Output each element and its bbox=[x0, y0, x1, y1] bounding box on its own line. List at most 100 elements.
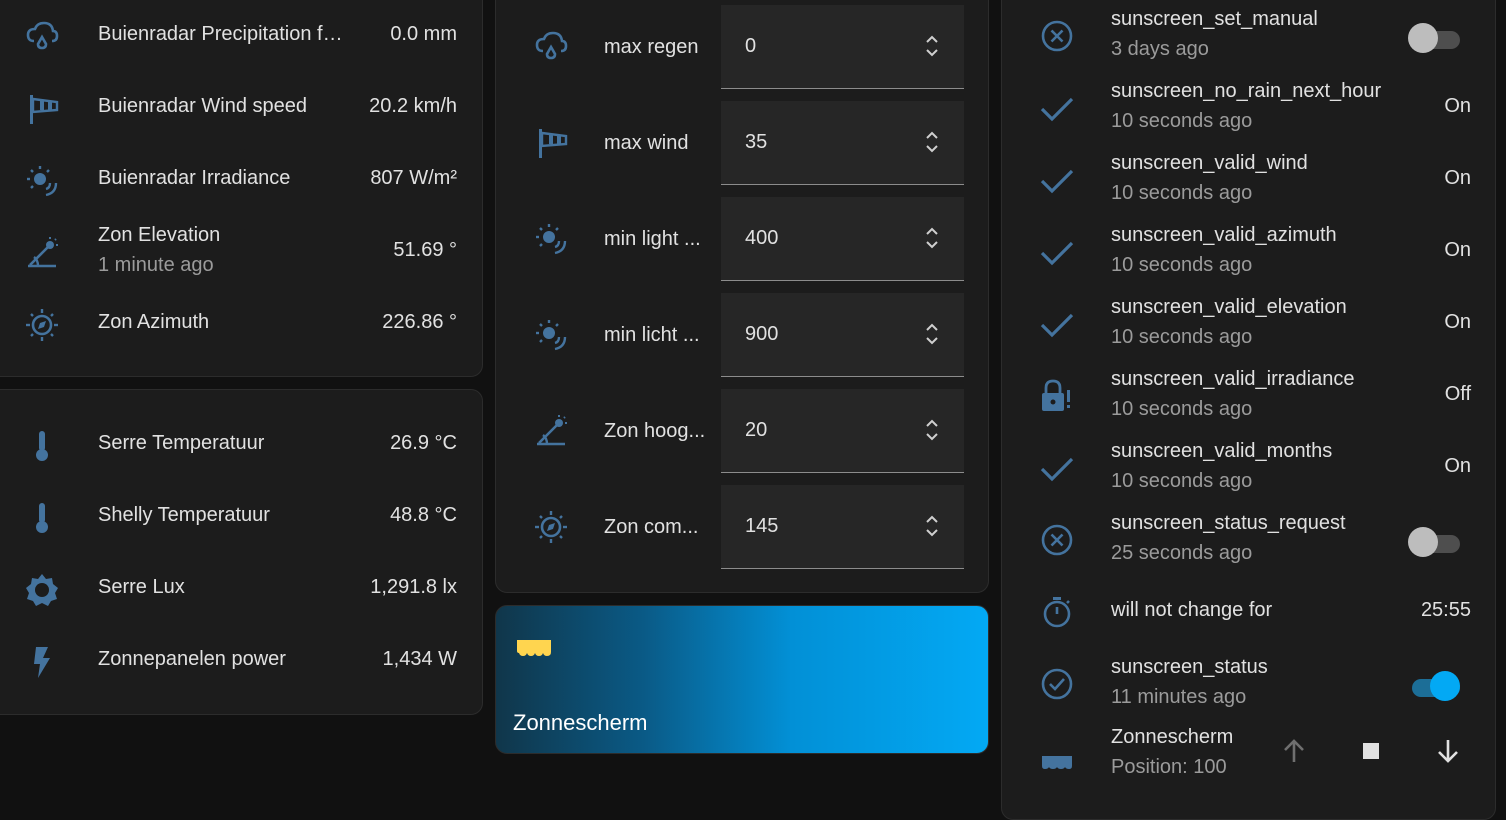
number-value: 35 bbox=[745, 131, 768, 153]
settings-card: max regen 0 max wind 35 min light ... 40… bbox=[495, 0, 989, 593]
close-cover-button[interactable] bbox=[1426, 729, 1470, 773]
entity-value: 26.9 °C bbox=[390, 432, 457, 454]
number-value: 900 bbox=[745, 323, 779, 345]
entity-row-zon-elevation[interactable]: Zon Elevation 1 minute ago 51.69 ° bbox=[0, 216, 482, 288]
number-name: max wind bbox=[604, 132, 689, 154]
brightness-icon bbox=[22, 570, 62, 610]
number-input[interactable]: 900 bbox=[721, 293, 964, 377]
entity-state: On bbox=[1444, 95, 1471, 117]
check-icon bbox=[1037, 232, 1077, 272]
toggle-switch[interactable] bbox=[1406, 670, 1462, 702]
entity-row-sunscreen-valid-irradiance[interactable]: sunscreen_valid_irradiance 10 seconds ag… bbox=[1002, 360, 1495, 432]
entity-row-wind-speed[interactable]: Buienradar Wind speed 20.2 km/h bbox=[0, 72, 482, 144]
entity-row-precipitation[interactable]: Buienradar Precipitation for... 0.0 mm bbox=[0, 0, 482, 72]
number-name: min light ... bbox=[604, 228, 701, 250]
entity-row-sunscreen-status-request[interactable]: sunscreen_status_request 25 seconds ago bbox=[1002, 504, 1495, 576]
check-icon bbox=[1037, 448, 1077, 488]
entity-name: sunscreen_valid_wind bbox=[1111, 152, 1308, 174]
arrow-down-icon bbox=[1438, 740, 1458, 763]
number-input[interactable]: 20 bbox=[721, 389, 964, 473]
stepper-arrows-icon[interactable] bbox=[924, 513, 940, 539]
entity-position: Position: 100 bbox=[1111, 756, 1227, 778]
open-cover-button[interactable] bbox=[1272, 729, 1316, 773]
entity-last-changed: 10 seconds ago bbox=[1111, 326, 1253, 348]
number-row-min-licht: min licht ... 900 bbox=[496, 293, 988, 377]
entity-row-sunscreen-status[interactable]: sunscreen_status 11 minutes ago bbox=[1002, 648, 1495, 720]
entity-last-changed: 10 seconds ago bbox=[1111, 398, 1253, 420]
stepper-arrows-icon[interactable] bbox=[924, 321, 940, 347]
arrow-up-icon bbox=[1284, 739, 1304, 762]
entity-last-changed: 10 seconds ago bbox=[1111, 470, 1253, 492]
number-row-min-light: min light ... 400 bbox=[496, 197, 988, 281]
entity-row-sunscreen-set-manual[interactable]: sunscreen_set_manual 3 days ago bbox=[1002, 0, 1495, 72]
entity-row-shelly-temperatuur[interactable]: Shelly Temperatuur 48.8 °C bbox=[0, 481, 482, 553]
sunscreen-status-card: sunscreen_set_manual 3 days ago sunscree… bbox=[1001, 0, 1496, 820]
entity-last-changed: 1 minute ago bbox=[98, 254, 214, 276]
entity-state: On bbox=[1444, 239, 1471, 261]
number-input[interactable]: 35 bbox=[721, 101, 964, 185]
tile-name: Zonnescherm bbox=[513, 710, 648, 735]
toggle-switch[interactable] bbox=[1406, 22, 1462, 54]
entity-name: will not change for bbox=[1111, 599, 1273, 621]
number-name: max regen bbox=[604, 36, 699, 58]
sun-angle-icon bbox=[22, 233, 62, 273]
entity-row-serre-lux[interactable]: Serre Lux 1,291.8 lx bbox=[0, 553, 482, 625]
entity-state: 25:55 bbox=[1420, 599, 1471, 621]
entity-row-sunscreen-no-rain-next-hour[interactable]: sunscreen_no_rain_next_hour 10 seconds a… bbox=[1002, 72, 1495, 144]
entity-name: Zon Elevation bbox=[98, 224, 221, 246]
entity-state: On bbox=[1444, 311, 1471, 333]
entity-row-sunscreen-valid-azimuth[interactable]: sunscreen_valid_azimuth 10 seconds ago O… bbox=[1002, 216, 1495, 288]
entity-row-sunscreen-valid-wind[interactable]: sunscreen_valid_wind 10 seconds ago On bbox=[1002, 144, 1495, 216]
entity-value: 0.0 mm bbox=[390, 23, 457, 45]
entity-name: sunscreen_valid_months bbox=[1111, 440, 1333, 462]
entity-value: 1,434 W bbox=[382, 648, 457, 670]
entity-row-zon-azimuth[interactable]: Zon Azimuth 226.86 ° bbox=[0, 288, 482, 360]
entity-name: Buienradar Precipitation for... bbox=[98, 23, 348, 45]
entity-name: Serre Lux bbox=[98, 576, 185, 598]
stop-icon bbox=[1363, 743, 1379, 759]
toggle-switch[interactable] bbox=[1406, 526, 1462, 558]
entity-row-serre-temperatuur[interactable]: Serre Temperatuur 26.9 °C bbox=[0, 409, 482, 481]
entity-name: Zonnepanelen power bbox=[98, 648, 286, 670]
number-row-zon-hoogte: Zon hoog... 20 bbox=[496, 389, 988, 473]
entity-row-will-not-change-for[interactable]: will not change for 25:55 bbox=[1002, 576, 1495, 648]
entity-row-sunscreen-valid-months[interactable]: sunscreen_valid_months 10 seconds ago On bbox=[1002, 432, 1495, 504]
zonnescherm-tile[interactable]: Zonnescherm bbox=[495, 605, 989, 754]
entity-row-zonnescherm-cover[interactable]: Zonnescherm Position: 100 bbox=[1002, 726, 1495, 798]
entity-row-zonnepanelen-power[interactable]: Zonnepanelen power 1,434 W bbox=[0, 625, 482, 697]
number-value: 400 bbox=[745, 227, 779, 249]
number-name: Zon hoog... bbox=[604, 420, 706, 442]
sun-angle-icon bbox=[531, 411, 571, 451]
entity-last-changed: 10 seconds ago bbox=[1111, 254, 1253, 276]
number-input[interactable]: 145 bbox=[721, 485, 964, 569]
number-name: Zon com... bbox=[604, 516, 699, 538]
entity-name: Zonnescherm bbox=[1111, 726, 1234, 748]
awning-icon bbox=[1037, 742, 1077, 782]
entity-state: On bbox=[1444, 167, 1471, 189]
stepper-arrows-icon[interactable] bbox=[924, 417, 940, 443]
entity-row-irradiance[interactable]: Buienradar Irradiance 807 W/m² bbox=[0, 144, 482, 216]
stepper-arrows-icon[interactable] bbox=[924, 225, 940, 251]
entity-last-changed: 10 seconds ago bbox=[1111, 182, 1253, 204]
entity-name: Shelly Temperatuur bbox=[98, 504, 270, 526]
entity-name: Zon Azimuth bbox=[98, 311, 210, 333]
entity-name: sunscreen_status bbox=[1111, 656, 1268, 678]
stepper-arrows-icon[interactable] bbox=[924, 129, 940, 155]
entity-name: sunscreen_valid_irradiance bbox=[1111, 368, 1355, 390]
entity-name: sunscreen_valid_azimuth bbox=[1111, 224, 1337, 246]
stepper-arrows-icon[interactable] bbox=[924, 33, 940, 59]
entity-value: 51.69 ° bbox=[393, 239, 457, 261]
entity-last-changed: 11 minutes ago bbox=[1111, 686, 1247, 708]
number-input[interactable]: 400 bbox=[721, 197, 964, 281]
sun-wireless-icon bbox=[22, 161, 62, 201]
timer-icon bbox=[1037, 592, 1077, 632]
entity-value: 1,291.8 lx bbox=[370, 576, 457, 598]
sun-wireless-icon bbox=[531, 315, 571, 355]
entity-row-sunscreen-valid-elevation[interactable]: sunscreen_valid_elevation 10 seconds ago… bbox=[1002, 288, 1495, 360]
entity-name: sunscreen_valid_elevation bbox=[1111, 296, 1347, 318]
number-input[interactable]: 0 bbox=[721, 5, 964, 89]
entity-value: 226.86 ° bbox=[382, 311, 457, 333]
stop-cover-button[interactable] bbox=[1349, 729, 1393, 773]
entity-last-changed: 10 seconds ago bbox=[1111, 110, 1253, 132]
number-value: 145 bbox=[745, 515, 779, 537]
